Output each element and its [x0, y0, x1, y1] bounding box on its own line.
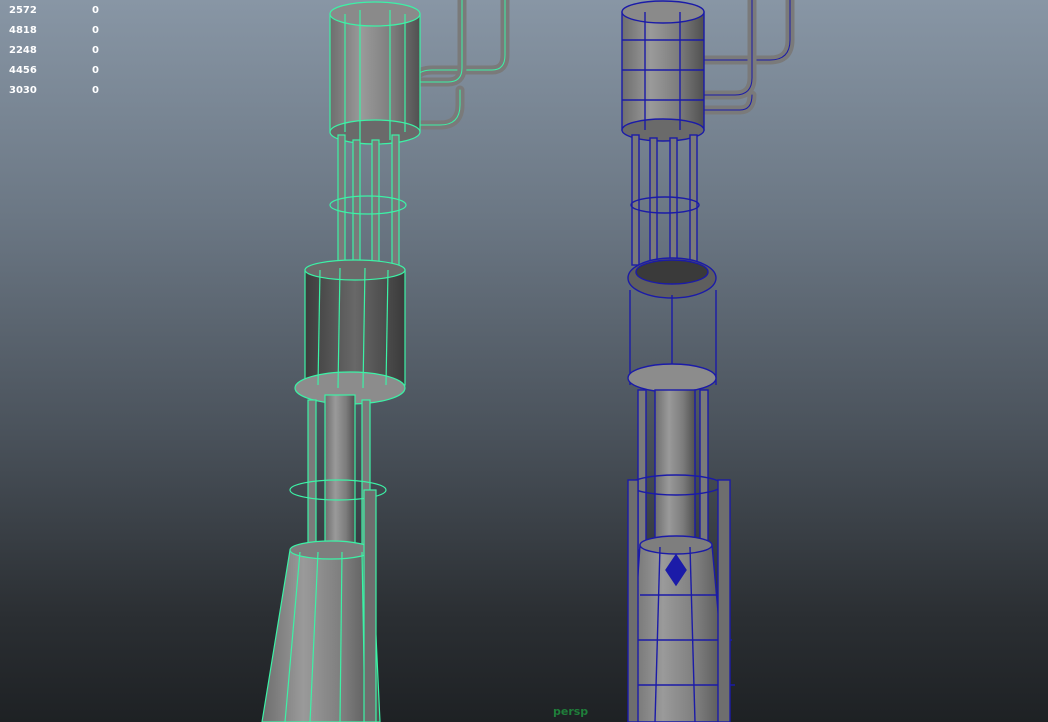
hud-zero: 0 [92, 65, 99, 76]
wireframe-column-model[interactable] [621, 0, 795, 722]
3d-viewport[interactable]: 2572 0 4818 0 2248 0 4456 0 3030 0 persp [0, 0, 1048, 722]
scene-canvas[interactable] [0, 0, 1048, 722]
hud-zero: 0 [92, 25, 99, 36]
top-tank [329, 1, 421, 145]
hud-zero: 0 [92, 45, 99, 56]
hud-zero: 0 [92, 5, 99, 16]
hud-value: 4818 [9, 25, 37, 36]
hud-row: 2572 0 [9, 1, 109, 21]
lower-section [629, 389, 723, 551]
hud-row: 3030 0 [9, 81, 109, 101]
middle-ring [627, 257, 717, 393]
selected-column-model[interactable] [261, 0, 510, 722]
hud-row: 4456 0 [9, 61, 109, 81]
upper-rods [329, 134, 407, 271]
hud-zero: 0 [92, 85, 99, 96]
middle-cylinder [294, 259, 406, 405]
poly-count-hud: 2572 0 4818 0 2248 0 4456 0 3030 0 [9, 1, 109, 101]
pipe-cluster [690, 0, 795, 115]
hud-row: 2248 0 [9, 41, 109, 61]
camera-label: persp [553, 705, 589, 718]
hud-row: 4818 0 [9, 21, 109, 41]
upper-rods [630, 134, 700, 266]
hud-value: 4456 [9, 65, 37, 76]
hud-value: 2248 [9, 45, 37, 56]
hud-value: 2572 [9, 5, 37, 16]
hud-value: 3030 [9, 85, 37, 96]
top-tank [621, 0, 705, 142]
